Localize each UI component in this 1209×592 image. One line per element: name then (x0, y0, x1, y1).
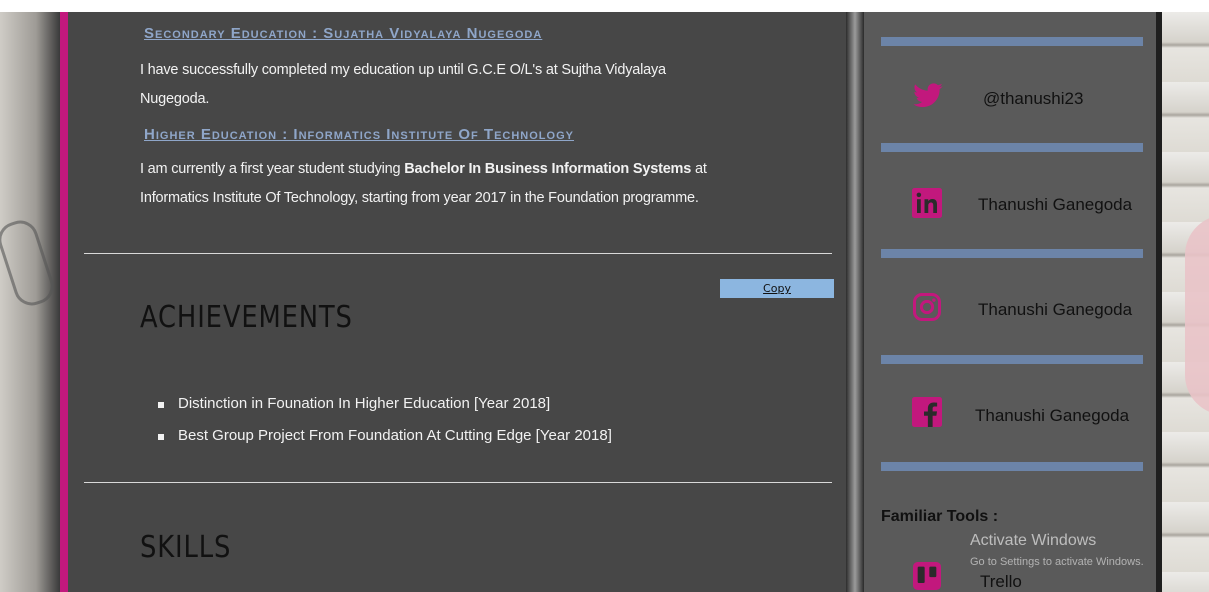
right-decoration (1185, 215, 1209, 415)
secondary-education-heading[interactable]: Secondary Education : Sujatha Vidyalaya … (144, 25, 542, 42)
achievements-title: ACHIEVEMENTS (140, 300, 353, 335)
higher-education-line-1: I am currently a first year student stud… (140, 155, 820, 184)
top-strip (0, 0, 1209, 12)
facebook-name[interactable]: Thanushi Ganegoda (975, 406, 1129, 426)
sidebar-separator (881, 462, 1143, 471)
copy-button[interactable]: Copy (720, 279, 834, 298)
sidebar-separator (881, 143, 1143, 152)
secondary-education-text: I have successfully completed my educati… (140, 56, 800, 114)
linkedin-icon[interactable] (912, 188, 942, 218)
skills-title: SKILLS (140, 530, 232, 565)
higher-text-a: I am currently a first year student stud… (140, 161, 405, 177)
higher-education-line-2: Informatics Institute Of Technology, sta… (140, 190, 699, 206)
activate-windows-subtitle: Go to Settings to activate Windows. (970, 556, 1144, 568)
sidebar-separator (881, 37, 1143, 46)
instagram-name[interactable]: Thanushi Ganegoda (978, 300, 1132, 320)
instagram-icon[interactable] (912, 292, 942, 322)
familiar-tools-title: Familiar Tools : (881, 508, 999, 525)
higher-education-heading[interactable]: Higher Education : Informatics Institute… (144, 126, 574, 143)
list-item: Best Group Project From Foundation At Cu… (158, 420, 612, 452)
achievements-list: Distinction in Founation In Higher Educa… (158, 388, 612, 452)
sidebar-separator (881, 249, 1143, 258)
panel-divider (846, 12, 864, 592)
secondary-education-line-1: I have successfully completed my educati… (140, 62, 666, 78)
twitter-handle[interactable]: @thanushi23 (983, 89, 1083, 109)
higher-text-b: at (691, 161, 707, 177)
list-item: Distinction in Founation In Higher Educa… (158, 388, 612, 420)
trello-label[interactable]: Trello (980, 572, 1022, 592)
degree-name: Bachelor In Business Information Systems (404, 161, 692, 177)
trello-icon[interactable] (913, 562, 941, 590)
higher-education-text: I am currently a first year student stud… (140, 155, 820, 213)
secondary-education-line-2: Nugegoda. (140, 91, 210, 107)
linkedin-name[interactable]: Thanushi Ganegoda (978, 195, 1132, 215)
accent-bar (60, 12, 68, 592)
sidebar-separator (881, 355, 1143, 364)
activate-windows-watermark: Activate Windows (970, 532, 1097, 549)
twitter-icon[interactable] (912, 80, 944, 112)
section-divider (84, 482, 832, 483)
facebook-icon[interactable] (912, 397, 942, 427)
copy-button-label: Copy (763, 282, 791, 295)
section-divider (84, 253, 832, 254)
